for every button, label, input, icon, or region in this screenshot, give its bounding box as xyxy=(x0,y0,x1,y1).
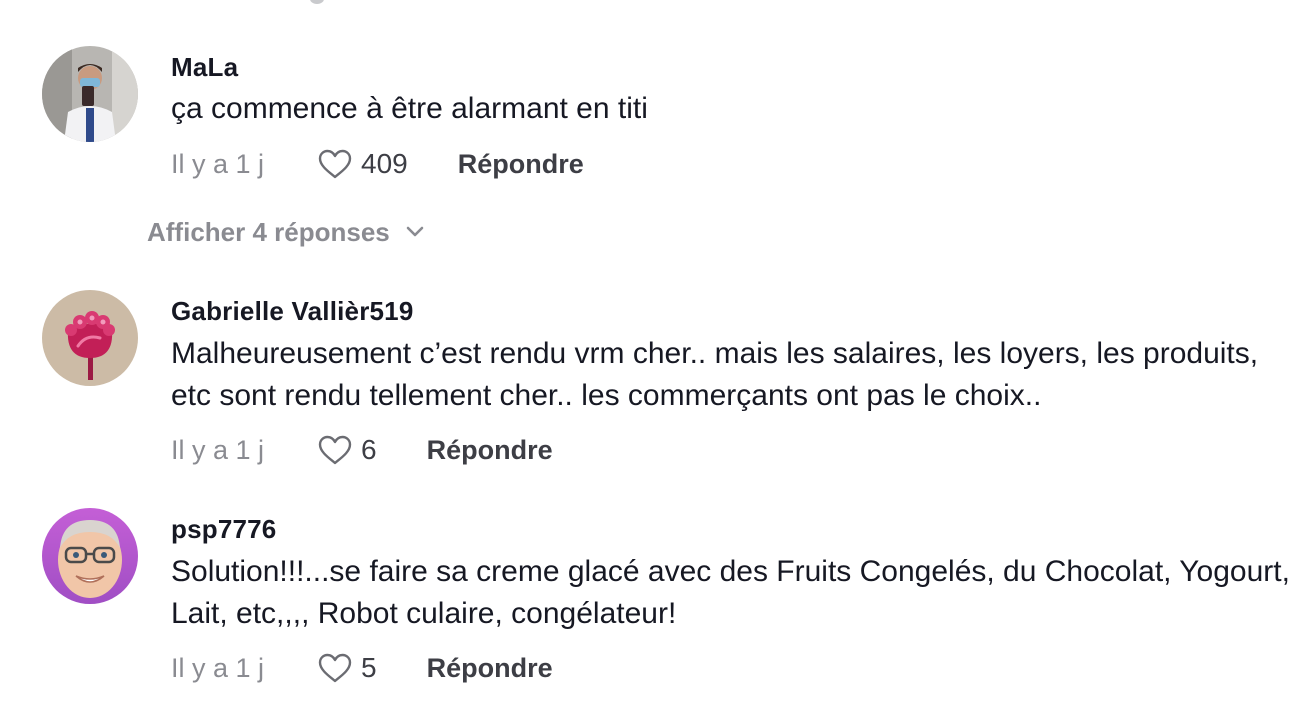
comment-username[interactable]: Gabrielle Vallièr519 xyxy=(171,296,414,327)
reply-button[interactable]: Répondre xyxy=(427,653,553,684)
comment-text: ça commence à être alarmant en titi xyxy=(171,92,648,125)
heart-outline-icon xyxy=(318,149,352,179)
comment-meta: Il y a 1 j 5 Répondre xyxy=(171,648,553,688)
reply-button[interactable]: Répondre xyxy=(427,435,553,466)
comments-panel: MaLa ça commence à être alarmant en titi… xyxy=(0,0,1314,710)
comment-meta: Il y a 1 j 6 Répondre xyxy=(171,430,553,470)
heart-outline-icon xyxy=(318,435,352,465)
like-button[interactable]: 409 xyxy=(317,148,408,180)
view-replies-label: Afficher 4 réponses xyxy=(147,216,390,247)
comment-timestamp: Il y a 1 j xyxy=(171,148,265,179)
comment-meta: Il y a 1 j 409 Répondre xyxy=(171,144,584,184)
comment-timestamp: Il y a 1 j xyxy=(171,434,265,465)
chevron-down-icon xyxy=(406,226,424,237)
like-button[interactable]: 5 xyxy=(317,652,377,684)
comment-text: Solution!!!...se faire sa creme glacé av… xyxy=(171,555,1290,630)
user-avatar[interactable] xyxy=(42,290,138,386)
reply-button[interactable]: Répondre xyxy=(458,149,584,180)
comment-timestamp: Il y a 1 j xyxy=(171,652,265,683)
view-replies-button[interactable]: Afficher 4 réponses xyxy=(147,212,424,252)
comment-username[interactable]: MaLa xyxy=(171,52,238,83)
like-count: 409 xyxy=(361,148,408,179)
memoji-glasses-avatar-icon xyxy=(42,508,138,604)
user-avatar[interactable] xyxy=(42,46,138,142)
user-avatar[interactable] xyxy=(42,508,138,604)
heart-outline-icon xyxy=(318,653,352,683)
like-count: 5 xyxy=(361,652,377,683)
previous-comment-fragment xyxy=(310,0,324,4)
comment-text: Malheureusement c’est rendu vrm cher.. m… xyxy=(171,337,1259,412)
like-button[interactable]: 6 xyxy=(317,434,377,466)
comment-username[interactable]: psp7776 xyxy=(171,514,276,545)
like-count: 6 xyxy=(361,434,377,465)
raspberry-flower-avatar-icon xyxy=(42,290,138,386)
person-photo-avatar-icon xyxy=(42,46,138,142)
